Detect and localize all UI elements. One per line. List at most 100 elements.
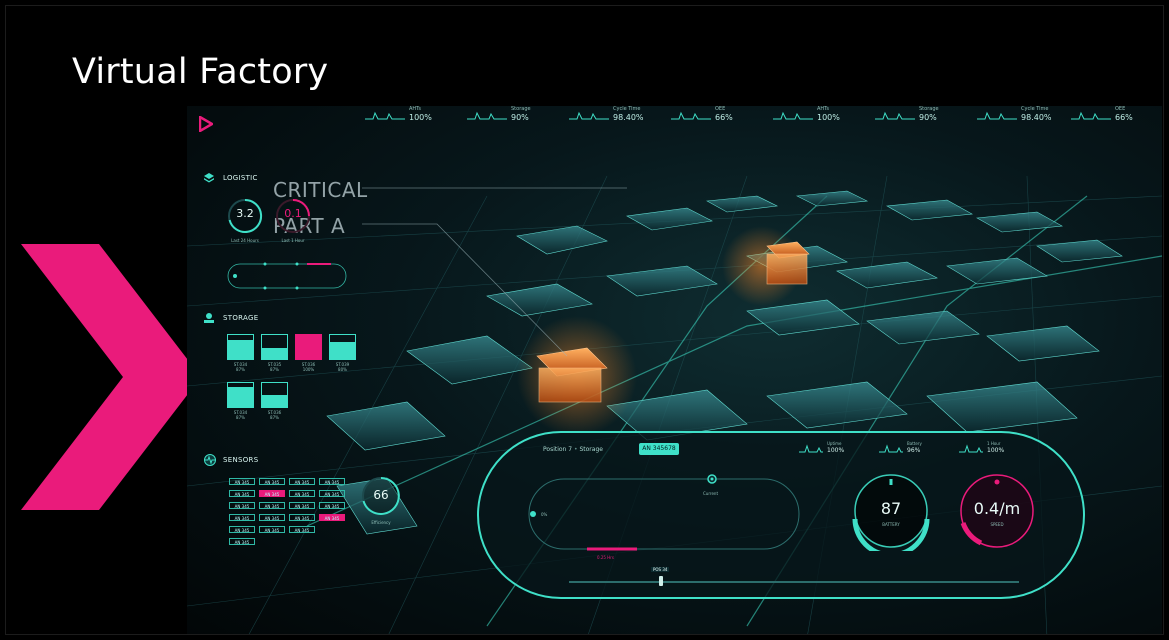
app-logo-icon[interactable]	[199, 116, 213, 132]
sparkline-icon	[1071, 111, 1111, 120]
kpi-label: OEE	[715, 106, 726, 112]
logistic-route-track[interactable]	[227, 256, 347, 296]
logistic-gauge-1h-label: Last 1 Hour	[281, 238, 305, 243]
logistic-gauge-24h-value: 3.2	[236, 207, 254, 220]
sensor-tag[interactable]: AN 345	[229, 478, 255, 485]
slider-value-label: POS 34	[651, 567, 670, 572]
mini-kpi-value: 96%	[907, 447, 921, 454]
kpi-value: 98.40%	[1021, 113, 1052, 122]
sparkline-icon	[977, 111, 1017, 120]
sensor-tag[interactable]: AN 345	[259, 526, 285, 533]
kpi-label: Storage	[919, 106, 939, 112]
factory-scene: AHTs 100% Storage 90% Cycle Time 98.40% …	[187, 106, 1162, 634]
sensor-tag[interactable]: AN 345	[319, 478, 345, 485]
kpi-value: 100%	[817, 113, 840, 122]
kpi-value: 98.40%	[613, 113, 644, 122]
storage-fill	[228, 339, 253, 359]
sparkline-icon	[671, 111, 711, 120]
sensor-tag[interactable]: AN 345	[229, 490, 255, 497]
brand-chevron-logo	[21, 244, 201, 510]
sensor-tag[interactable]: AN 345	[289, 502, 315, 509]
panel-breadcrumb: Position 7 • Storage	[543, 446, 603, 453]
storage-cell[interactable]	[227, 334, 254, 360]
vehicle-detail-panel: Position 7 • Storage AN 345678 Uptime 10…	[477, 431, 1085, 599]
storage-cell[interactable]	[295, 334, 322, 360]
mini-kpi-label: Uptime	[827, 441, 842, 446]
sensor-tag[interactable]: AN 345	[259, 502, 285, 509]
efficiency-label: Efficiency	[371, 520, 391, 525]
breadcrumb-position[interactable]: Position 7	[543, 446, 572, 453]
mini-kpi[interactable]: Battery 96%	[879, 441, 939, 457]
sensor-tag[interactable]: AN 345	[259, 478, 285, 485]
timeline-slider-thumb[interactable]	[659, 576, 663, 586]
sensor-tag[interactable]: AN 345	[319, 502, 345, 509]
kpi-label: Cycle Time	[613, 106, 641, 112]
storage-fill	[262, 395, 287, 407]
sparkline-icon	[773, 111, 813, 120]
sparkline-icon	[799, 444, 823, 453]
storage-label: STORAGE	[223, 314, 259, 322]
kpi-storage-2[interactable]: Storage 90%	[875, 106, 975, 128]
sensor-tag[interactable]: AN 345	[289, 514, 315, 521]
sensor-tag[interactable]: AN 345	[229, 526, 255, 533]
sensor-tag[interactable]: AN 345	[229, 502, 255, 509]
kpi-label: AHTs	[817, 106, 830, 112]
sensor-tag[interactable]: AN 345	[289, 490, 315, 497]
storage-fill	[296, 335, 321, 359]
storage-fill	[330, 342, 355, 359]
kpi-ahts-2[interactable]: AHTs 100%	[773, 106, 873, 128]
mini-kpi-label: Battery	[907, 441, 922, 446]
kpi-label: AHTs	[409, 106, 422, 112]
sensor-tag[interactable]: AN 345	[289, 526, 315, 533]
sparkline-icon	[365, 111, 405, 120]
storage-cell[interactable]	[329, 334, 356, 360]
storage-fill	[262, 348, 287, 359]
kpi-value: 90%	[919, 113, 937, 122]
kpi-storage[interactable]: Storage 90%	[467, 106, 567, 128]
storage-cell-percent: 87%	[236, 367, 245, 372]
breadcrumb-storage[interactable]: Storage	[579, 446, 602, 453]
storage-fill	[228, 386, 253, 407]
active-vehicle-tag[interactable]: AN 345678	[639, 443, 679, 455]
sensor-tag-alert[interactable]: AN 345	[259, 490, 285, 497]
mini-kpi-label: 1 Hour	[987, 441, 1001, 446]
logistic-label: LOGISTIC	[223, 174, 258, 182]
kpi-cycle-time[interactable]: Cycle Time 98.40%	[569, 106, 669, 128]
kpi-oee[interactable]: OEE 66%	[671, 106, 771, 128]
sparkline-icon	[467, 111, 507, 120]
sensors-label: SENSORS	[223, 456, 259, 464]
mini-kpi[interactable]: Uptime 100%	[799, 441, 859, 457]
sensor-tag-alert[interactable]: AN 345	[319, 514, 345, 521]
kpi-ahts[interactable]: AHTs 100%	[365, 106, 465, 128]
kpi-oee-2[interactable]: OEE 66%	[1071, 106, 1162, 128]
storage-cell-percent: 100%	[302, 367, 315, 372]
storage-cell[interactable]	[261, 334, 288, 360]
mini-kpi[interactable]: 1 Hour 100%	[959, 441, 1019, 457]
vehicle-route-track[interactable]	[527, 467, 807, 567]
logistic-gauge-24h-label: Last 24 Hours	[231, 238, 259, 243]
battery-value: 87	[880, 499, 902, 518]
sensor-tag[interactable]: AN 345	[289, 478, 315, 485]
storage-icon	[204, 313, 214, 323]
progress-time-label: 0.25 Hrs	[597, 555, 614, 560]
efficiency-value: 66	[373, 488, 389, 502]
sensor-tag[interactable]: AN 345	[229, 514, 255, 521]
storage-cell[interactable]	[227, 382, 254, 408]
kpi-cycle-time-2[interactable]: Cycle Time 98.40%	[977, 106, 1077, 128]
sparkline-icon	[879, 444, 903, 453]
storage-cell-percent: 87%	[270, 415, 279, 420]
speed-value: 0.4/m	[973, 499, 1021, 518]
kpi-label: OEE	[1115, 106, 1126, 112]
layers-icon	[204, 173, 214, 183]
sensor-tag[interactable]: AN 345	[319, 490, 345, 497]
storage-cell-percent: 87%	[270, 367, 279, 372]
sensor-tag[interactable]: AN 345	[259, 514, 285, 521]
storage-cell[interactable]	[261, 382, 288, 408]
logistic-gauge-1h-value: 0.1	[284, 207, 302, 220]
storage-cell-percent: 80%	[338, 367, 347, 372]
kpi-value: 100%	[409, 113, 432, 122]
sparkline-icon	[569, 111, 609, 120]
sensor-tag[interactable]: AN 345	[229, 538, 255, 545]
battery-label: BATTERY	[882, 522, 900, 527]
timeline-slider-track[interactable]	[569, 581, 1019, 583]
